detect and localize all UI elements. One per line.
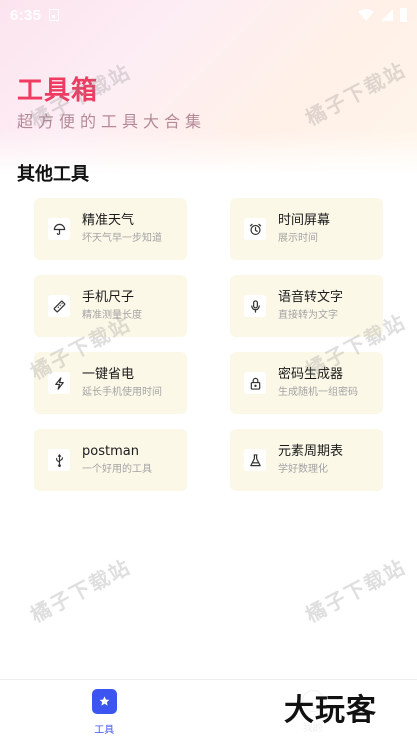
tool-name: 一键省电 — [82, 366, 135, 382]
tool-desc: 展示时间 — [278, 232, 318, 244]
app-title: 工具箱 — [17, 76, 99, 106]
signal-icon — [381, 9, 393, 21]
tool-name: 手机尺子 — [82, 289, 135, 305]
tool-card-power-saving[interactable]: 一键省电 延长手机使用时间 — [34, 352, 187, 414]
nav-item-tools[interactable]: 工具 — [0, 680, 209, 743]
tool-desc: 学好数理化 — [278, 463, 328, 475]
brand-logo: 大玩客 — [282, 690, 379, 732]
status-time: 6:35 — [10, 6, 42, 24]
wifi-icon — [358, 9, 374, 21]
tool-name: 时间屏幕 — [278, 212, 331, 228]
microphone-icon — [244, 295, 266, 317]
tool-card-speech-to-text[interactable]: 语音转文字 直接转为文字 — [230, 275, 383, 337]
tool-card-password-generator[interactable]: 密码生成器 生成随机一组密码 — [230, 352, 383, 414]
tool-card-weather[interactable]: 精准天气 坏天气早一步知道 — [34, 198, 187, 260]
battery-icon — [400, 8, 407, 22]
watermark: 橘子下载站 — [26, 554, 135, 628]
tool-desc: 一个好用的工具 — [82, 463, 152, 475]
tool-desc: 坏天气早一步知道 — [82, 232, 162, 244]
sim-notification-icon — [49, 9, 60, 21]
tool-desc: 延长手机使用时间 — [82, 386, 162, 398]
tool-name: 密码生成器 — [278, 366, 344, 382]
tool-desc: 生成随机一组密码 — [278, 386, 358, 398]
tool-card-periodic-table[interactable]: 元素周期表 学好数理化 — [230, 429, 383, 491]
tool-card-postman[interactable]: postman 一个好用的工具 — [34, 429, 187, 491]
watermark: 橘子下载站 — [301, 554, 410, 628]
ruler-icon — [48, 295, 70, 317]
lightning-icon — [48, 372, 70, 394]
status-icons — [358, 8, 407, 22]
tool-name: postman — [82, 443, 139, 459]
tool-desc: 精准测量长度 — [82, 309, 142, 321]
tool-name: 语音转文字 — [278, 289, 344, 305]
lock-icon — [244, 372, 266, 394]
section-title: 其他工具 — [17, 164, 89, 185]
tool-name: 精准天气 — [82, 212, 135, 228]
tool-card-time-screen[interactable]: 时间屏幕 展示时间 — [230, 198, 383, 260]
umbrella-icon — [48, 218, 70, 240]
tool-card-ruler[interactable]: 手机尺子 精准测量长度 — [34, 275, 187, 337]
usb-icon — [48, 449, 70, 471]
alarm-clock-icon — [244, 218, 266, 240]
tool-name: 元素周期表 — [278, 443, 344, 459]
tools-grid: 精准天气 坏天气早一步知道 时间屏幕 展示时间 手机尺子 精准测量长度 语音转文… — [34, 198, 383, 491]
flask-icon — [244, 449, 266, 471]
app-subtitle: 超方便的工具大合集 — [17, 112, 207, 131]
nav-label-tools: 工具 — [94, 725, 115, 736]
star-bookmark-icon — [91, 689, 117, 714]
status-bar: 6:35 — [0, 0, 417, 30]
tool-desc: 直接转为文字 — [278, 309, 338, 321]
